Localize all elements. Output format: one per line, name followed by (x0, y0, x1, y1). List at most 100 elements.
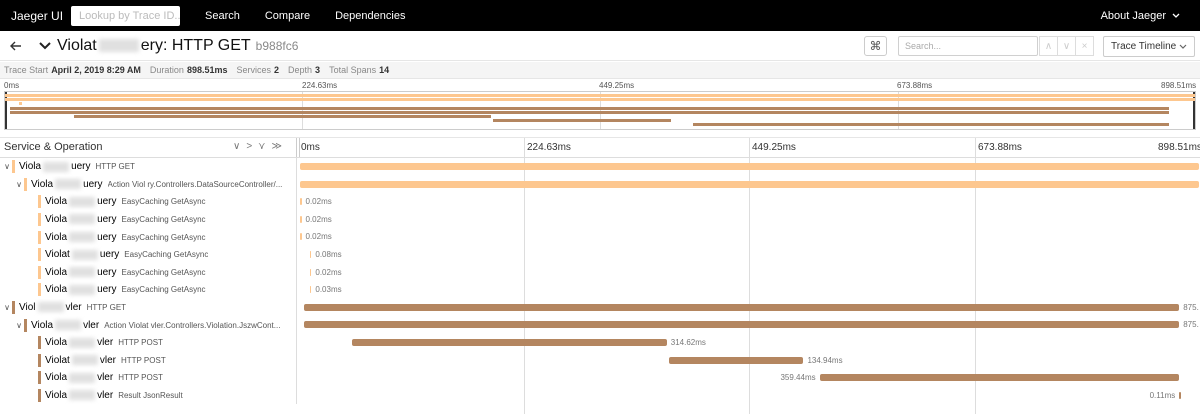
prev-result-button[interactable]: ∧ (1039, 36, 1058, 56)
span-name-cell[interactable]: ∨ Viola vler Action Violat vler.Controllers… (0, 316, 297, 334)
span-row[interactable]: Viola vler Result JsonResult 0.11ms (0, 386, 1200, 405)
span-row[interactable]: ∨ Viola uery Action Viol ry.Controllers.Dat… (0, 175, 1200, 194)
span-bar[interactable] (352, 339, 667, 346)
trace-search-input[interactable] (898, 36, 1038, 56)
span-bar[interactable] (303, 303, 1180, 311)
service-color-bar (38, 195, 41, 209)
service-name-part: Viola (45, 231, 68, 243)
minimap-span-bar (9, 106, 1169, 110)
depth-label: Depth (288, 65, 313, 75)
about-jaeger-label: About Jaeger (1100, 9, 1166, 22)
span-bar[interactable] (1179, 391, 1181, 399)
span-name-cell[interactable]: Viola uery EasyCaching GetAsync (0, 228, 297, 246)
span-row[interactable]: Violat vler HTTP POST 134.94ms (0, 351, 1200, 370)
collapse-one-icon[interactable]: ∨ (233, 141, 240, 152)
service-color-bar (38, 265, 41, 279)
service-color-bar (24, 318, 27, 332)
redacted-text (69, 196, 96, 207)
span-row[interactable]: Viola uery EasyCaching GetAsync 0.02ms (0, 228, 1200, 246)
span-bar[interactable] (819, 374, 1180, 382)
next-result-button[interactable]: ∨ (1057, 36, 1076, 56)
view-select[interactable]: Trace Timeline (1103, 36, 1195, 57)
total-spans-label: Total Spans (329, 65, 377, 75)
minimap-tick: 449.25ms (599, 81, 635, 90)
expand-all-icon[interactable]: ≫ (272, 141, 282, 152)
operation-name: HTTP GET (86, 303, 127, 313)
timeline-tick: 0ms (301, 142, 320, 153)
trace-meta-bar: Trace Start April 2, 2019 8:29 AM Durati… (0, 62, 1200, 79)
about-jaeger-menu[interactable]: About Jaeger (1101, 10, 1180, 22)
trace-minimap[interactable] (4, 91, 1196, 130)
span-row[interactable]: ∨ Viol vler HTTP GET 875. (0, 298, 1200, 317)
span-row[interactable]: Viola uery EasyCaching GetAsync 0.02ms (0, 210, 1200, 229)
span-duration: 359.44ms (780, 373, 816, 383)
span-row[interactable]: Viola uery EasyCaching GetAsync 0.02ms (0, 263, 1200, 282)
timeline-header: Service & Operation ∨ > ⋎ ≫ 0ms 224.63ms… (0, 137, 1200, 159)
span-bar[interactable] (309, 268, 312, 276)
brand-logo[interactable]: Jaeger UI (11, 9, 71, 23)
column-resizer[interactable] (296, 138, 300, 157)
service-name-part: uery (99, 249, 120, 261)
span-row[interactable]: Viola uery EasyCaching GetAsync 0.02ms (0, 193, 1200, 211)
clear-search-button[interactable]: × (1075, 36, 1094, 56)
timeline-tick: 898.51ms (1158, 142, 1200, 153)
span-name-cell[interactable]: Viola vler Result JsonResult (0, 386, 297, 405)
service-name-part: uery (83, 178, 103, 190)
span-duration: 0.03ms (315, 285, 342, 295)
span-bar[interactable] (300, 180, 1199, 188)
operation-name: HTTP POST (120, 355, 166, 365)
span-bar[interactable] (300, 215, 302, 223)
span-name-cell[interactable]: ∨ Viol vler HTTP GET (0, 298, 297, 317)
span-bar[interactable] (303, 321, 1180, 329)
span-bar[interactable] (300, 233, 302, 241)
expand-toggle-icon[interactable]: ∨ (14, 180, 24, 189)
back-button[interactable] (9, 39, 23, 53)
span-bar[interactable] (668, 356, 804, 364)
span-name-cell[interactable]: Violat vler HTTP POST (0, 351, 297, 370)
span-duration: 0.02ms (305, 214, 332, 224)
expand-toggle-icon[interactable]: ∨ (2, 162, 12, 171)
span-name-cell[interactable]: Viola uery EasyCaching GetAsync (0, 281, 297, 299)
nav-dependencies-link[interactable]: Dependencies (335, 10, 405, 22)
collapse-controls: ∨ > ⋎ ≫ (233, 141, 282, 152)
span-row[interactable]: Viola uery EasyCaching GetAsync 0.03ms (0, 281, 1200, 299)
span-name-cell[interactable]: Viola uery EasyCaching GetAsync (0, 263, 297, 282)
service-name-part: uery (97, 266, 117, 278)
trace-start-value: April 2, 2019 8:29 AM (51, 65, 141, 75)
service-name-part: vler (97, 372, 114, 384)
span-bar[interactable] (309, 286, 312, 294)
service-name: Viola vler (45, 372, 113, 383)
span-bar[interactable] (309, 251, 312, 258)
span-name-cell[interactable]: ∨ Viola uery Action Viol ry.Controllers.Dat… (0, 175, 297, 194)
span-name-cell[interactable]: Viola vler HTTP POST (0, 369, 297, 387)
collapse-header-toggle[interactable] (39, 37, 51, 55)
span-row[interactable]: Viola vler HTTP POST 314.62ms (0, 334, 1200, 352)
service-name-part: Viol (19, 302, 36, 314)
nav-compare-link[interactable]: Compare (265, 10, 310, 22)
span-name-cell[interactable]: Viola uery EasyCaching GetAsync (0, 193, 297, 211)
span-duration: 875. (1183, 320, 1199, 330)
service-name-part: vler (65, 302, 82, 314)
span-row[interactable]: Viola vler HTTP POST 359.44ms (0, 369, 1200, 387)
span-row[interactable]: ∨ Viola vler Action Violat vler.Controllers… (0, 316, 1200, 334)
expand-toggle-icon[interactable]: ∨ (2, 303, 12, 312)
collapse-all-icon[interactable]: ⋎ (258, 141, 265, 152)
span-name-cell[interactable]: Viola vler HTTP POST (0, 334, 297, 352)
span-row[interactable]: ∨ Viola uery HTTP GET (0, 158, 1200, 176)
timeline-tick: 224.63ms (527, 142, 571, 153)
span-name-cell[interactable]: Violat uery EasyCaching GetAsync (0, 246, 297, 264)
span-name-cell[interactable]: ∨ Viola uery HTTP GET (0, 158, 297, 176)
minimap-tick: 673.88ms (897, 81, 933, 90)
trace-id-lookup-input[interactable] (71, 5, 180, 26)
span-row[interactable]: Violat uery EasyCaching GetAsync 0.08ms (0, 246, 1200, 264)
span-bar[interactable] (300, 198, 302, 206)
expand-one-icon[interactable]: > (246, 141, 252, 152)
redacted-text (55, 320, 82, 331)
span-bar[interactable] (300, 163, 1199, 170)
service-name-part: Viola (31, 178, 54, 190)
expand-toggle-icon[interactable]: ∨ (14, 321, 24, 330)
nav-search-link[interactable]: Search (205, 10, 240, 22)
keyboard-shortcuts-button[interactable]: ⌘ (864, 36, 887, 56)
span-name-cell[interactable]: Viola uery EasyCaching GetAsync (0, 210, 297, 229)
span-duration: 0.08ms (315, 250, 342, 259)
